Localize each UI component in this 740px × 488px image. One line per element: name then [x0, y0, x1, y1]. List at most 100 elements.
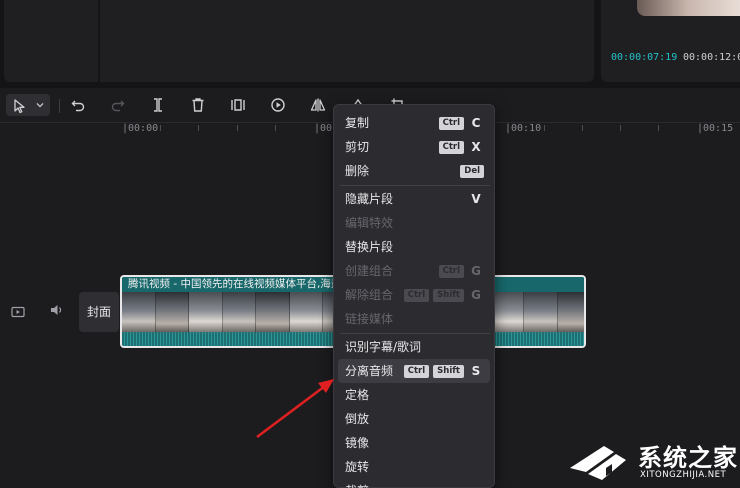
- menu-item-label: 解除组合: [345, 288, 394, 302]
- key-cap: Shift: [433, 288, 464, 302]
- shortcut: Ctrl Shift G: [403, 283, 484, 307]
- menu-item-rotate[interactable]: 旋转: [338, 455, 490, 479]
- key-cap: Ctrl: [438, 116, 464, 130]
- menu-item-label: 裁剪: [345, 484, 369, 488]
- watermark-title: 系统之家: [638, 444, 738, 472]
- mirror-icon: [310, 98, 326, 112]
- ruler-tick: [160, 125, 161, 131]
- track-audio-icon[interactable]: [47, 300, 67, 320]
- panel-divider: [98, 0, 100, 82]
- menu-item-create-group: 创建组合 Ctrl G: [338, 259, 490, 283]
- preview-panel: 00:00:07:19 00:00:12:00: [601, 0, 740, 82]
- menu-separator: [340, 333, 490, 334]
- watermark: 系统之家 XITONGZHIJIA.NET: [566, 432, 740, 488]
- shortcut: Ctrl G: [438, 259, 484, 283]
- shortcut: Ctrl C: [438, 111, 484, 135]
- menu-item-label: 链接媒体: [345, 312, 394, 326]
- shortcut: Ctrl Shift S: [403, 359, 484, 383]
- menu-item-label: 复制: [345, 116, 370, 130]
- menu-item-separate-audio[interactable]: 分离音频 Ctrl Shift S: [338, 359, 490, 383]
- menu-item-ungroup: 解除组合 Ctrl Shift G: [338, 283, 490, 307]
- ruler-tick: [658, 125, 659, 131]
- menu-item-label: 旋转: [345, 460, 370, 474]
- menu-item-label: 镜像: [345, 436, 370, 450]
- menu-item-delete[interactable]: 删除 Del: [338, 159, 490, 183]
- shortcut-letter: C: [471, 116, 481, 130]
- redo-icon: [111, 100, 125, 112]
- clip-frame: [189, 292, 223, 334]
- shortcut: Ctrl X: [438, 135, 484, 159]
- ruler-label: |00:15: [697, 123, 734, 134]
- undo-button[interactable]: [69, 96, 87, 114]
- chevron-down-icon: [36, 103, 44, 108]
- menu-item-label: 定格: [345, 388, 370, 402]
- current-timecode: 00:00:07:19: [611, 52, 678, 63]
- key-cap: Ctrl: [438, 264, 464, 278]
- menu-item-replace-clip[interactable]: 替换片段: [338, 235, 490, 259]
- shortcut-letter: G: [471, 288, 481, 302]
- undo-icon: [71, 100, 85, 112]
- freeze-frame-button[interactable]: [229, 96, 247, 114]
- clip-frame: [289, 292, 323, 334]
- ruler-tick: [275, 125, 276, 131]
- menu-item-label: 隐藏片段: [345, 192, 394, 206]
- ruler-label: |00:00: [122, 123, 159, 134]
- key-cap: Shift: [433, 364, 464, 378]
- menu-separator: [340, 185, 490, 186]
- menu-item-label: 删除: [345, 164, 370, 178]
- ruler-tick: [620, 125, 621, 131]
- reverse-play-button[interactable]: [269, 96, 287, 114]
- shortcut: V: [468, 187, 484, 211]
- delete-button[interactable]: [189, 96, 207, 114]
- split-icon: [154, 98, 162, 112]
- menu-item-recognize-subtitles[interactable]: 识别字幕/歌词: [338, 335, 490, 359]
- select-cursor-icon: [14, 99, 25, 114]
- clip-frame: [256, 292, 290, 334]
- shortcut-letter: S: [471, 364, 481, 378]
- menu-item-cut[interactable]: 剪切 Ctrl X: [338, 135, 490, 159]
- clip-frame: [155, 292, 189, 334]
- menu-item-label: 编辑特效: [345, 216, 394, 230]
- reverse-play-icon: [271, 98, 285, 112]
- menu-item-mirror[interactable]: 镜像: [338, 431, 490, 455]
- clip-frame: [490, 292, 524, 334]
- ruler-tick: [582, 125, 583, 131]
- watermark-subtitle: XITONGZHIJIA.NET: [640, 470, 727, 480]
- menu-item-label: 识别字幕/歌词: [345, 340, 422, 354]
- toolbar-separator: [59, 99, 60, 113]
- key-cap: Ctrl: [403, 364, 430, 378]
- menu-item-edit-effects: 编辑特效: [338, 211, 490, 235]
- watermark-logo-icon: [570, 446, 626, 480]
- menu-item-label: 创建组合: [345, 264, 394, 278]
- context-menu: 复制 Ctrl C 剪切 Ctrl X 删除 Del 隐藏片段 V 编辑特效 替换片…: [333, 104, 495, 488]
- track-video-icon[interactable]: [8, 302, 28, 322]
- menu-item-hide-clip[interactable]: 隐藏片段 V: [338, 187, 490, 211]
- key-cap: Ctrl: [403, 288, 430, 302]
- menu-item-reverse[interactable]: 倒放: [338, 407, 490, 431]
- menu-item-copy[interactable]: 复制 Ctrl C: [338, 111, 490, 135]
- ruler-tick: [198, 125, 199, 131]
- menu-item-label: 分离音频: [345, 364, 394, 378]
- mirror-button[interactable]: [309, 96, 327, 114]
- clip-frame: [557, 292, 584, 334]
- cover-button[interactable]: 封面: [79, 292, 119, 332]
- menu-item-label: 倒放: [345, 412, 370, 426]
- menu-item-freeze-frame[interactable]: 定格: [338, 383, 490, 407]
- key-cap: Del: [460, 164, 484, 178]
- freeze-frame-icon: [231, 99, 245, 111]
- clip-frame: [222, 292, 256, 334]
- select-tool-dropdown[interactable]: [6, 94, 50, 116]
- ruler-tick: [237, 125, 238, 131]
- total-timecode: 00:00:12:00: [683, 52, 740, 63]
- redo-button[interactable]: [109, 96, 127, 114]
- split-button[interactable]: [149, 96, 167, 114]
- clip-frame: [122, 292, 156, 334]
- ruler-tick: [544, 125, 545, 131]
- key-cap: Ctrl: [438, 140, 464, 154]
- shortcut-letter: X: [471, 140, 481, 154]
- menu-item-link-media: 链接媒体: [338, 307, 490, 331]
- shortcut-letter: V: [471, 192, 481, 206]
- menu-item-crop[interactable]: 裁剪: [338, 479, 490, 488]
- menu-item-label: 剪切: [345, 140, 370, 154]
- preview-frame: [637, 0, 740, 16]
